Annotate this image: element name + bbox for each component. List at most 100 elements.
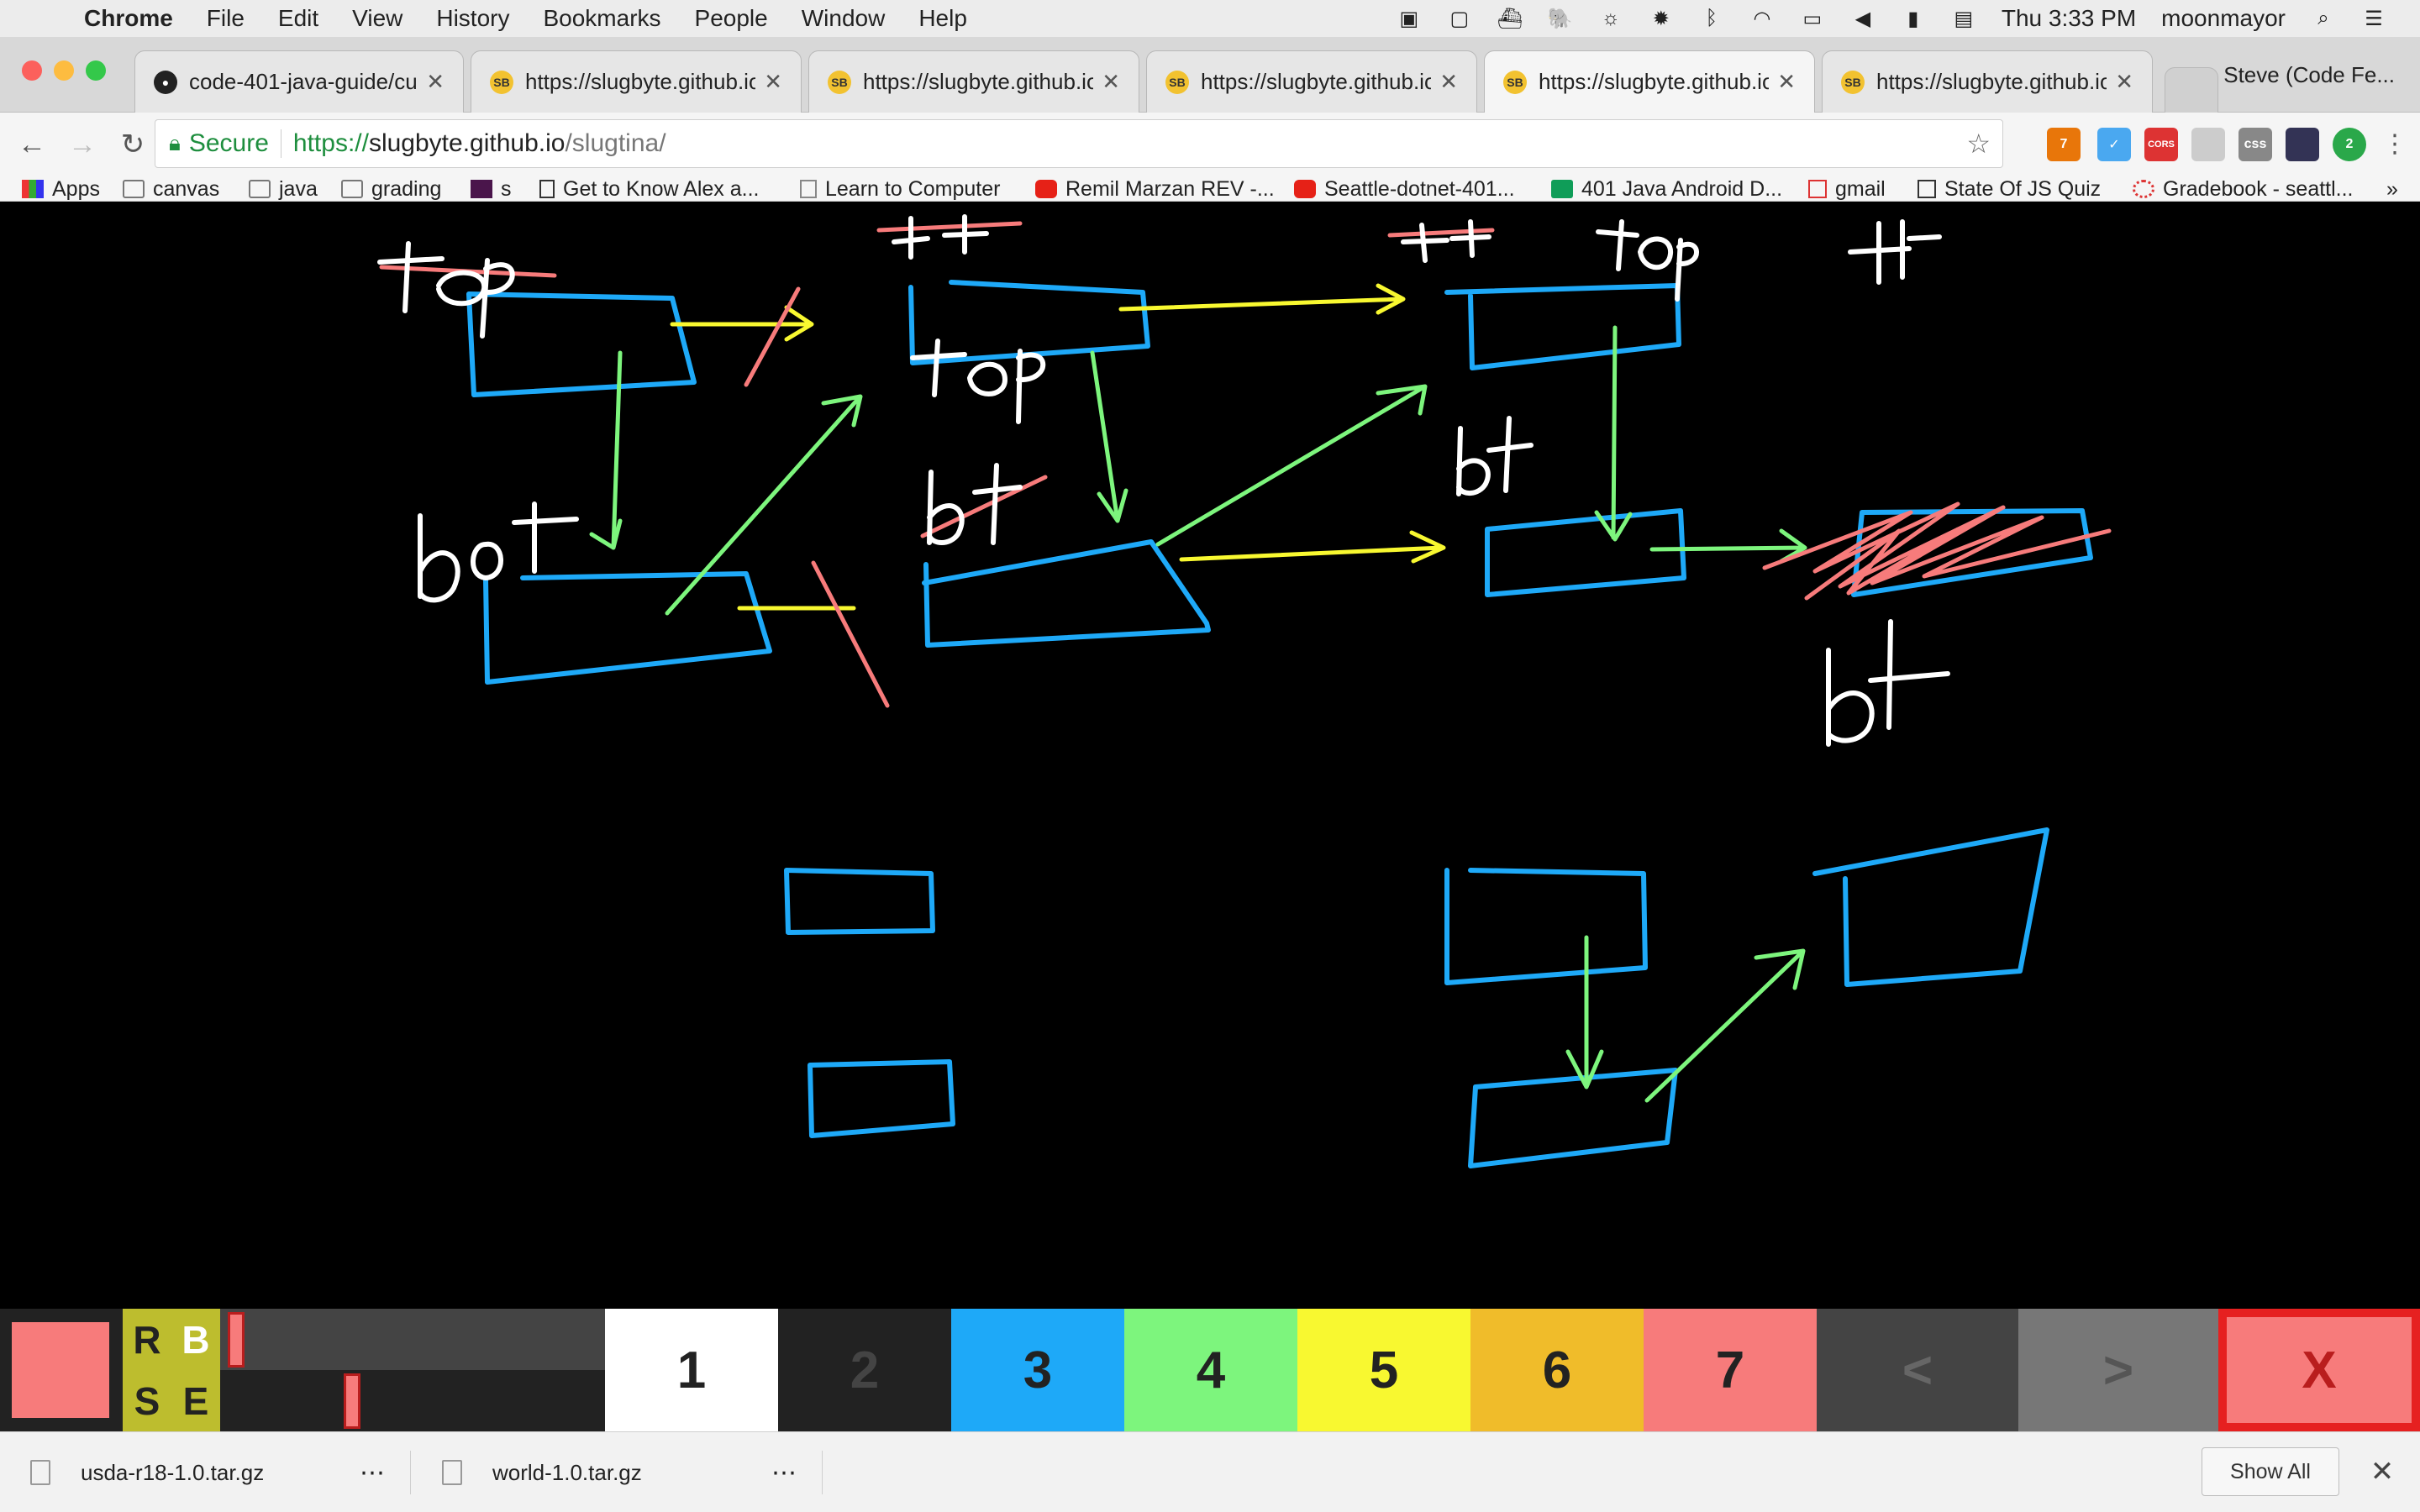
tab-slugbyte-2[interactable]: SB https://slugbyte.github.io/ ✕	[808, 50, 1139, 113]
ext-css-icon[interactable]: css	[2238, 128, 2272, 161]
chrome-menu-icon[interactable]: ⋮	[2378, 129, 2412, 159]
tab-close-icon[interactable]: ✕	[764, 69, 782, 95]
menu-file[interactable]: File	[207, 5, 245, 32]
flag-us-icon[interactable]: ▤	[1951, 8, 1976, 30]
new-tab-button[interactable]	[2165, 67, 2218, 113]
bookmark-gradebook[interactable]: Gradebook - seattl...	[2133, 176, 2354, 202]
ext-cors-icon[interactable]: CORS	[2144, 128, 2178, 161]
tab-close-icon[interactable]: ✕	[426, 69, 445, 95]
menu-app-name[interactable]: Chrome	[84, 5, 173, 32]
ext-phone-icon[interactable]	[2286, 128, 2319, 161]
menu-history[interactable]: History	[436, 5, 509, 32]
tool-grid: R B S E	[123, 1309, 220, 1431]
ext-check-icon[interactable]: ✓	[2097, 128, 2131, 161]
spotlight-icon[interactable]: ⌕	[2311, 7, 2336, 29]
color-4-button[interactable]: 4	[1124, 1309, 1297, 1431]
color-3-button[interactable]: 3	[951, 1309, 1124, 1431]
menu-window[interactable]: Window	[802, 5, 886, 32]
tab-code-401-java-guide[interactable]: ● code-401-java-guide/curr ✕	[134, 50, 464, 113]
slugbyte-icon: SB	[490, 70, 513, 94]
tab-slugbyte-1[interactable]: SB https://slugbyte.github.io/ ✕	[471, 50, 802, 113]
bookmark-star-icon[interactable]: ☆	[1966, 128, 1991, 160]
tool-r-button[interactable]: R	[123, 1309, 171, 1370]
bookmark-java[interactable]: java	[249, 176, 318, 202]
screen-mirror-icon[interactable]: ▣	[1397, 8, 1422, 30]
airplay-icon[interactable]: ▭	[1800, 8, 1825, 30]
medium-icon	[539, 180, 555, 198]
window-close-button[interactable]	[22, 60, 42, 81]
close-button[interactable]: X	[2218, 1309, 2420, 1431]
reload-icon[interactable]: ↻	[108, 128, 158, 161]
tab-close-icon[interactable]: ✕	[1439, 69, 1458, 95]
notification-list-icon[interactable]: ☰	[2361, 8, 2386, 30]
menu-view[interactable]: View	[352, 5, 402, 32]
ext-green-icon[interactable]: 2	[2333, 128, 2366, 161]
bookmark-canvas[interactable]: canvas	[123, 176, 219, 202]
brush-opacity-slider[interactable]	[220, 1370, 605, 1431]
wifi-icon[interactable]: ◠	[1749, 8, 1775, 30]
back-arrow-icon[interactable]: ←	[7, 129, 57, 161]
download-more-icon[interactable]: ⋯	[771, 1432, 797, 1512]
bookmarks-overflow-icon[interactable]: »	[2386, 176, 2398, 202]
menu-help[interactable]: Help	[918, 5, 967, 32]
current-color-swatch[interactable]	[12, 1322, 109, 1418]
evernote-icon[interactable]: 🐘	[1548, 8, 1573, 30]
window-minimize-button[interactable]	[54, 60, 74, 81]
docker-icon[interactable]: ⛴	[1497, 8, 1523, 30]
tab-close-icon[interactable]: ✕	[1102, 69, 1120, 95]
slider-handle[interactable]	[228, 1312, 245, 1368]
next-button[interactable]: >	[2018, 1309, 2218, 1431]
tab-close-icon[interactable]: ✕	[2115, 69, 2133, 95]
window-zoom-button[interactable]	[86, 60, 106, 81]
color-7-button[interactable]: 7	[1644, 1309, 1817, 1431]
color-1-button[interactable]: 1	[605, 1309, 778, 1431]
menu-bookmarks[interactable]: Bookmarks	[543, 5, 660, 32]
clock[interactable]: Thu 3:33 PM	[2002, 5, 2136, 32]
tool-s-button[interactable]: S	[123, 1370, 171, 1431]
bookmark-gmail[interactable]: gmail	[1808, 176, 1886, 202]
download-item[interactable]: usda-r18-1.0.tar.gz	[30, 1432, 264, 1512]
ext-badge-icon[interactable]: 7	[2047, 128, 2081, 161]
folder-icon	[341, 180, 363, 198]
color-6-button[interactable]: 6	[1470, 1309, 1644, 1431]
bookmark-remil-marzan[interactable]: Remil Marzan REV -...	[1035, 176, 1275, 202]
bookmark-grading[interactable]: grading	[341, 176, 441, 202]
tab-slugbyte-3[interactable]: SB https://slugbyte.github.io/ ✕	[1146, 50, 1477, 113]
menu-people[interactable]: People	[695, 5, 768, 32]
battery-icon[interactable]: ▮	[1901, 8, 1926, 30]
bookmark-get-to-know-alex[interactable]: Get to Know Alex a...	[539, 176, 759, 202]
folder-icon	[249, 180, 271, 198]
forward-arrow-icon[interactable]: →	[57, 129, 108, 161]
bookmark-learn-to-computer[interactable]: Learn to Computer	[800, 176, 1000, 202]
show-all-button[interactable]: Show All	[2202, 1447, 2339, 1496]
bookmark-state-of-js-quiz[interactable]: State Of JS Quiz	[1918, 176, 2101, 202]
close-icon[interactable]: ✕	[2361, 1447, 2403, 1496]
address-bar[interactable]: 🔒︎ Secure https:// slugbyte.github.io /s…	[155, 119, 2003, 168]
volume-icon[interactable]: ◀	[1850, 8, 1876, 30]
bookmark-seattle-dotnet[interactable]: Seattle-dotnet-401...	[1294, 176, 1515, 202]
color-2-button[interactable]: 2	[778, 1309, 951, 1431]
previous-button[interactable]: <	[1817, 1309, 2018, 1431]
tool-b-button[interactable]: B	[171, 1309, 220, 1370]
bookmark-apps[interactable]: Apps	[22, 176, 100, 202]
tool-e-button[interactable]: E	[171, 1370, 220, 1431]
bookmark-s[interactable]: s	[471, 176, 512, 202]
square-icon[interactable]: ▢	[1447, 8, 1472, 30]
ext-grid-icon[interactable]	[2191, 128, 2225, 161]
download-item[interactable]: world-1.0.tar.gz	[442, 1432, 642, 1512]
bluetooth-icon[interactable]: ᛒ	[1699, 7, 1724, 29]
bookmark-401-java-android[interactable]: 401 Java Android D...	[1551, 176, 1782, 202]
brightness-icon[interactable]: ☼	[1598, 7, 1623, 29]
profile-name[interactable]: Steve (Code Fe...	[2223, 62, 2395, 88]
color-5-button[interactable]: 5	[1297, 1309, 1470, 1431]
menu-edit[interactable]: Edit	[278, 5, 318, 32]
sun-icon[interactable]: ✹	[1649, 8, 1674, 30]
download-more-icon[interactable]: ⋯	[360, 1432, 385, 1512]
drawing-canvas[interactable]	[0, 202, 2420, 1309]
user-name[interactable]: moonmayor	[2161, 5, 2286, 32]
slider-handle[interactable]	[344, 1373, 360, 1429]
tab-slugbyte-5[interactable]: SB https://slugbyte.github.io/ ✕	[1822, 50, 2153, 113]
tab-slugbyte-active[interactable]: SB https://slugbyte.github.io/ ✕	[1484, 50, 1815, 113]
brush-size-slider[interactable]	[220, 1309, 605, 1370]
tab-close-icon[interactable]: ✕	[1777, 69, 1796, 95]
